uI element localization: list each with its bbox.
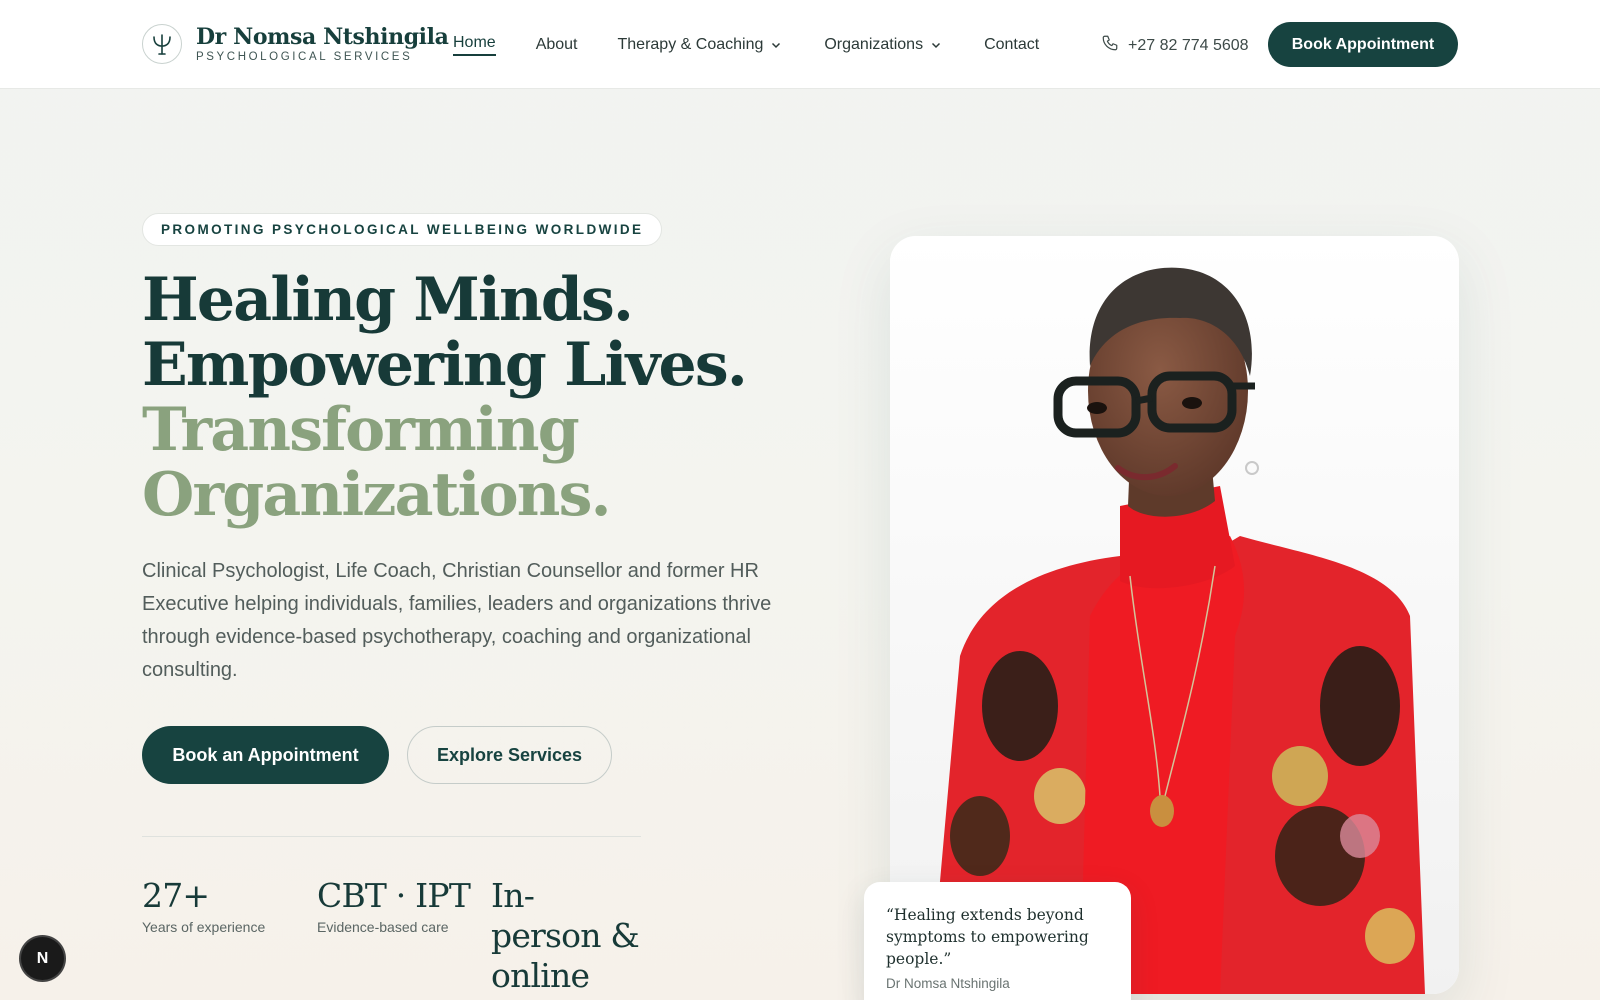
quote-author: Dr Nomsa Ntshingila xyxy=(886,976,1010,991)
portrait-photo xyxy=(890,236,1459,994)
nav-item-contact[interactable]: Contact xyxy=(984,36,1039,54)
stats-divider xyxy=(142,836,641,837)
psi-symbol-icon xyxy=(142,24,182,64)
stat-value: 27+ xyxy=(142,876,210,915)
brand-subtitle: PSYCHOLOGICAL SERVICES xyxy=(196,51,413,63)
brand-name: Dr Nomsa Ntshingila xyxy=(196,24,449,50)
hero-tagline: PROMOTING PSYCHOLOGICAL WELLBEING WORLDW… xyxy=(142,213,663,246)
phone-number: +27 82 774 5608 xyxy=(1128,36,1249,54)
main-nav: Home About Therapy & Coaching Organizati… xyxy=(453,34,1039,56)
hero-intro: Clinical Psychologist, Life Coach, Chris… xyxy=(142,560,772,681)
hero-headline: Healing Minds. Empowering Lives. Transfo… xyxy=(142,268,822,528)
nav-item-therapy-coaching[interactable]: Therapy & Coaching xyxy=(618,36,783,54)
nav-therapy-label: Therapy & Coaching xyxy=(617,36,764,53)
chevron-down-icon xyxy=(770,39,782,51)
nav-organizations-label: Organizations xyxy=(824,36,924,53)
nav-home-label: Home xyxy=(453,34,496,56)
nav-item-home[interactable]: Home xyxy=(453,34,496,56)
headline-line-4: Organizations. xyxy=(142,460,612,530)
n-logo-badge[interactable]: N xyxy=(21,937,64,980)
phone-link[interactable]: +27 82 774 5608 xyxy=(1101,34,1249,57)
stat-value: In-person & online xyxy=(491,876,640,995)
portrait-photo-card xyxy=(890,236,1459,994)
stat-session-format: In-person & online xyxy=(491,876,641,996)
stat-label: Years of experience xyxy=(142,919,266,935)
explore-services-button[interactable]: Explore Services xyxy=(407,726,612,784)
stat-experience: 27+ Years of experience xyxy=(142,876,265,935)
headline-line-2: Empowering Lives. xyxy=(142,330,748,400)
brand-logo[interactable]: Dr Nomsa Ntshingila PSYCHOLOGICAL SERVIC… xyxy=(142,24,449,64)
stat-evidence-based: CBT · IPT Evidence-based care xyxy=(317,876,471,935)
stat-value: CBT · IPT xyxy=(317,876,471,915)
nav-contact-label: Contact xyxy=(984,36,1040,53)
stat-label: Evidence-based care xyxy=(317,919,449,935)
testimonial-quote-card: “Healing extends beyond symptoms to empo… xyxy=(864,882,1131,1000)
book-an-appointment-button[interactable]: Book an Appointment xyxy=(142,726,389,784)
quote-text: “Healing extends beyond symptoms to empo… xyxy=(886,906,1089,968)
headline-line-3: Transforming xyxy=(142,395,580,465)
phone-icon xyxy=(1101,34,1128,57)
chevron-down-icon xyxy=(930,39,942,51)
book-appointment-button[interactable]: Book Appointment xyxy=(1268,22,1458,67)
site-header: Dr Nomsa Ntshingila PSYCHOLOGICAL SERVIC… xyxy=(0,0,1600,89)
headline-line-1: Healing Minds. xyxy=(142,265,634,335)
nav-item-organizations[interactable]: Organizations xyxy=(824,36,942,54)
nav-item-about[interactable]: About xyxy=(536,36,578,54)
nav-about-label: About xyxy=(535,36,578,53)
